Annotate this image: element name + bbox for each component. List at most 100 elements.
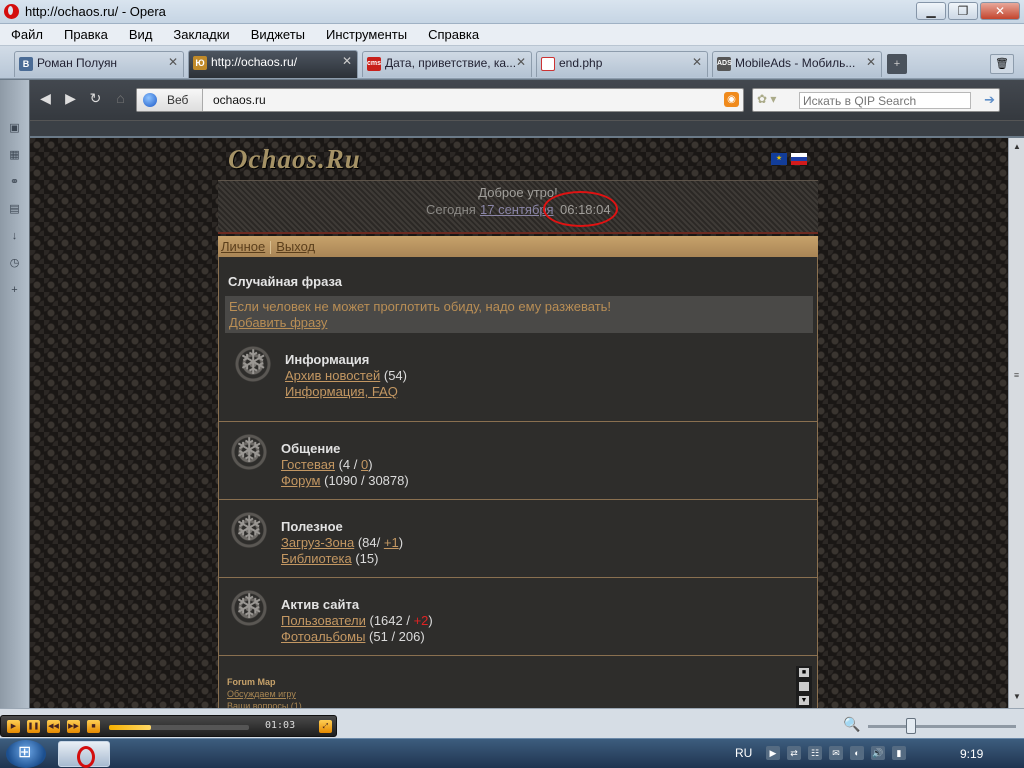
scroll-up-icon[interactable]: ■ xyxy=(799,668,809,677)
search-go-icon[interactable]: ➔ xyxy=(984,92,995,108)
forum-map-link[interactable]: Обсуждаем игру xyxy=(227,688,302,700)
tab-vk[interactable]: B Роман Полуян ✕ xyxy=(14,51,184,77)
forum-map-link[interactable]: Ваши вопросы (1) xyxy=(227,700,302,708)
tab-close-icon[interactable]: ✕ xyxy=(866,55,876,69)
news-archive-link[interactable]: Архив новостей xyxy=(285,368,380,383)
tab-close-icon[interactable]: ✕ xyxy=(692,55,702,69)
users-link[interactable]: Пользователи xyxy=(281,613,366,628)
notes-panel-icon[interactable]: ▤ xyxy=(8,203,21,216)
zoom-icon: 🔍 xyxy=(843,716,861,732)
downloads-panel-icon[interactable]: ↓ xyxy=(8,230,21,243)
downloads-count-close: ) xyxy=(398,535,404,550)
menu-file[interactable]: Файл xyxy=(0,24,53,45)
language-indicator[interactable]: RU xyxy=(735,746,752,760)
opera-logo-icon xyxy=(4,4,19,19)
photo-albums-link[interactable]: Фотоальбомы xyxy=(281,629,365,644)
logout-link[interactable]: Выход xyxy=(276,239,315,254)
rss-feed-icon[interactable]: ◉ xyxy=(724,92,739,107)
play-icon[interactable]: ▶ xyxy=(7,720,20,733)
tab-close-icon[interactable]: ✕ xyxy=(516,55,526,69)
bookmarks-panel-icon[interactable]: ▣ xyxy=(8,122,21,135)
add-panel-icon[interactable]: + xyxy=(8,284,21,297)
close-button[interactable]: ✕ xyxy=(980,2,1020,20)
search-input[interactable] xyxy=(799,92,971,109)
widgets-panel-icon[interactable]: ▦ xyxy=(8,149,21,162)
menu-edit[interactable]: Правка xyxy=(53,24,118,45)
history-panel-icon[interactable]: ◷ xyxy=(8,257,21,270)
scroll-thumb[interactable]: ≡ xyxy=(1011,370,1022,388)
pause-icon[interactable]: ❚❚ xyxy=(27,720,40,733)
tab-label: http://ochaos.ru/ xyxy=(211,55,298,69)
qip-tray-icon[interactable]: ◐ xyxy=(850,746,864,760)
title-bar: http://ochaos.ru/ - Opera ▁ ❐ ✕ xyxy=(0,0,1024,24)
tab-close-icon[interactable]: ✕ xyxy=(168,55,178,69)
reload-icon[interactable]: ↻ xyxy=(86,89,105,108)
menu-tools[interactable]: Инструменты xyxy=(315,24,417,45)
forum-link[interactable]: Форум xyxy=(281,473,321,488)
media-tray-icon[interactable]: ▶ xyxy=(766,746,780,760)
tab-ochaos[interactable]: Ю http://ochaos.ru/ ✕ xyxy=(188,50,358,78)
tab-endphp[interactable]: end.php ✕ xyxy=(536,51,708,77)
address-bar[interactable]: Веб ochaos.ru ◉ xyxy=(136,88,744,112)
next-icon[interactable]: ▶▶ xyxy=(67,720,80,733)
back-icon[interactable]: ◀ xyxy=(36,89,55,108)
user-bar: Личное Выход xyxy=(218,236,818,257)
russian-flag-icon[interactable] xyxy=(791,153,807,165)
clock[interactable]: 9:19 xyxy=(960,747,983,761)
window-controls: ▁ ❐ ✕ xyxy=(916,2,1020,20)
forward-icon[interactable]: ▶ xyxy=(61,89,80,108)
users-new-count: +2 xyxy=(413,613,429,628)
volume-tray-icon[interactable]: 🔊 xyxy=(871,746,885,760)
forum-map-scrollbar[interactable]: ■ ▼ xyxy=(796,666,812,708)
opera-taskbar-icon[interactable] xyxy=(58,741,110,768)
downloads-link[interactable]: Загруз-Зона xyxy=(281,535,354,550)
tab-label: end.php xyxy=(559,56,603,70)
menu-view[interactable]: Вид xyxy=(118,24,163,45)
talk-section: ❄ Общение Гостевая (4 / 0) Форум (1090 /… xyxy=(219,422,817,500)
personal-link[interactable]: Личное xyxy=(221,239,265,254)
forum-map: Forum Map Обсуждаем игру Ваши вопросы (1… xyxy=(227,676,302,708)
app-tray-icon[interactable]: ☷ xyxy=(808,746,822,760)
scroll-thumb[interactable] xyxy=(799,682,809,691)
site-logo[interactable]: Ochaos.Ru xyxy=(228,144,361,175)
scroll-down-icon[interactable]: ▼ xyxy=(799,696,809,705)
section-title: Полезное xyxy=(281,519,343,534)
faq-link[interactable]: Информация, FAQ xyxy=(285,384,398,399)
page-scrollbar[interactable]: ▲ ≡ ▼ xyxy=(1008,138,1024,708)
home-icon[interactable]: ⌂ xyxy=(111,89,130,108)
zoom-slider[interactable] xyxy=(868,718,1016,734)
scroll-down-icon[interactable]: ▼ xyxy=(1012,692,1022,704)
forum-count: (1090 / 30878) xyxy=(324,473,409,488)
scroll-up-icon[interactable]: ▲ xyxy=(1012,142,1022,154)
network-status-icon[interactable]: ▮ xyxy=(892,746,906,760)
playback-progress-fill xyxy=(109,725,151,730)
address-segment[interactable]: Веб xyxy=(137,89,203,111)
unite-panel-icon[interactable]: ⚭ xyxy=(8,176,21,189)
menu-help[interactable]: Справка xyxy=(417,24,489,45)
zoom-knob[interactable] xyxy=(906,718,916,734)
closed-tabs-trash-icon[interactable]: 🗑 xyxy=(990,54,1014,74)
library-link[interactable]: Библиотека xyxy=(281,551,352,566)
stop-icon[interactable]: ■ xyxy=(87,720,100,733)
address-url[interactable]: ochaos.ru xyxy=(213,93,266,107)
menu-bookmarks[interactable]: Закладки xyxy=(162,24,239,45)
snowflake-icon: ❄ xyxy=(231,342,275,386)
tab-close-icon[interactable]: ✕ xyxy=(342,54,352,68)
minimize-button[interactable]: ▁ xyxy=(916,2,946,20)
add-phrase-link[interactable]: Добавить фразу xyxy=(229,315,813,331)
playback-progress[interactable] xyxy=(109,725,249,730)
qip-search-engine-icon[interactable]: ✿ ▾ xyxy=(757,92,785,109)
player-menu-icon[interactable]: ⤢ xyxy=(319,720,332,733)
menu-widgets[interactable]: Виджеты xyxy=(240,24,315,45)
tab-cms[interactable]: cms Дата, приветствие, ка... ✕ xyxy=(362,51,532,77)
downloads-new-link[interactable]: +1 xyxy=(384,535,399,550)
chat-tray-icon[interactable]: ✉ xyxy=(829,746,843,760)
network-tray-icon[interactable]: ⇄ xyxy=(787,746,801,760)
tab-mobileads[interactable]: ADS MobileAds - Мобиль... ✕ xyxy=(712,51,882,77)
english-flag-icon[interactable]: ★ xyxy=(771,153,787,165)
start-button[interactable] xyxy=(6,740,46,768)
maximize-button[interactable]: ❐ xyxy=(948,2,978,20)
new-tab-button[interactable]: + xyxy=(887,54,907,74)
previous-icon[interactable]: ◀◀ xyxy=(47,720,60,733)
guestbook-link[interactable]: Гостевая xyxy=(281,457,335,472)
